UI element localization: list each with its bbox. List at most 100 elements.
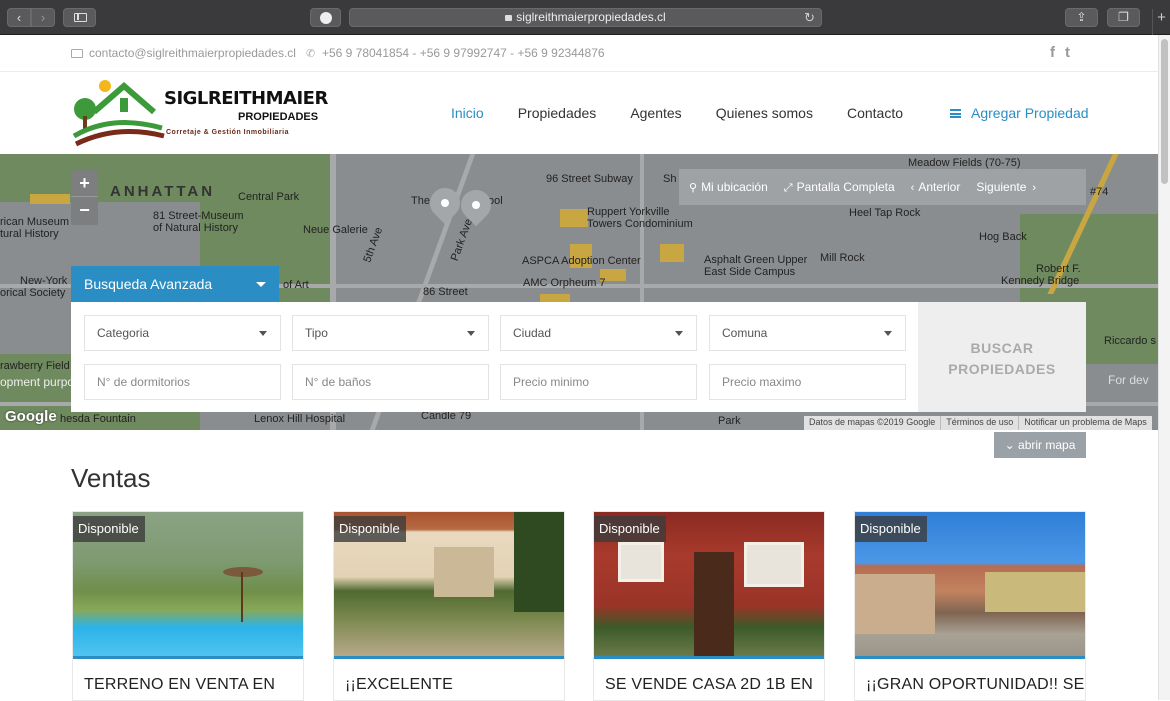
map-label: Park Ave: [448, 217, 476, 263]
logo-name: SIGLREITHMAIER: [164, 88, 328, 109]
envelope-icon: [71, 49, 83, 58]
map-block: [560, 209, 588, 227]
map-label: ANHATTAN: [110, 183, 216, 200]
map-label: East Side Campus: [704, 266, 796, 278]
logo-subtitle: PROPIEDADES: [238, 111, 319, 123]
property-card[interactable]: Disponible TERRENO EN VENTA EN: [72, 511, 304, 701]
status-badge: Disponible: [334, 516, 406, 542]
property-card[interactable]: Disponible ¡¡GRAN OPORTUNIDAD!! SE: [854, 511, 1086, 701]
property-card[interactable]: Disponible SE VENDE CASA 2D 1B EN: [593, 511, 825, 701]
map-label: Kennedy Bridge: [1001, 275, 1080, 287]
map-label: 81 Street-Museum: [153, 210, 244, 222]
zoom-in-button[interactable]: +: [71, 170, 98, 197]
phone-text: +56 9 78041854 - +56 9 97992747 - +56 9 …: [321, 46, 605, 60]
window-shape: [744, 542, 804, 587]
map-label: AMC Orpheum 7: [523, 277, 606, 289]
next-button[interactable]: Siguiente ›: [976, 180, 1040, 194]
card-accent-bar: [334, 656, 564, 659]
facebook-icon[interactable]: f: [1050, 44, 1055, 61]
map-label: Hog Back: [979, 231, 1027, 243]
tabs-button[interactable]: ❐: [1107, 8, 1140, 27]
property-title[interactable]: ¡¡GRAN OPORTUNIDAD!! SE: [866, 676, 1085, 694]
search-button-line1: BUSCAR: [970, 340, 1034, 356]
card-accent-bar: [855, 656, 1085, 659]
reload-icon[interactable]: ↻: [804, 9, 815, 26]
email-item[interactable]: contacto@siglreithmaierpropiedades.cl: [71, 46, 296, 60]
my-location-button[interactable]: ⚲ Mi ubicación: [689, 180, 768, 194]
fullscreen-label: Pantalla Completa: [796, 179, 895, 194]
privacy-shield-button[interactable]: [310, 8, 341, 27]
email-text: contacto@siglreithmaierpropiedades.cl: [89, 46, 296, 60]
search-form: Categoria Tipo Ciudad Comuna N° de dormi…: [71, 302, 918, 412]
sidebar-toggle-button[interactable]: [63, 8, 96, 27]
logo[interactable]: SIGLREITHMAIER PROPIEDADES Corretaje & G…: [72, 76, 328, 148]
property-title[interactable]: ¡¡EXCELENTE: [345, 676, 453, 694]
caret-down-icon: [884, 331, 892, 336]
property-title[interactable]: TERRENO EN VENTA EN: [84, 676, 275, 694]
banos-input[interactable]: N° de baños: [292, 364, 489, 400]
caret-down-icon: [467, 331, 475, 336]
url-text: siglreithmaierpropiedades.cl: [516, 10, 666, 24]
precio-maximo-input[interactable]: Precio maximo: [709, 364, 906, 400]
map-label: 96 Street Subway: [546, 173, 633, 185]
comuna-value: Comuna: [722, 326, 768, 340]
map-label: Towers Condominium: [587, 218, 693, 230]
property-title[interactable]: SE VENDE CASA 2D 1B EN: [605, 676, 813, 694]
tipo-select[interactable]: Tipo: [292, 315, 489, 351]
map-label: hesda Fountain: [60, 413, 136, 425]
scrollbar-thumb[interactable]: [1161, 39, 1168, 184]
ciudad-select[interactable]: Ciudad: [500, 315, 697, 351]
advanced-search-tab[interactable]: Busqueda Avanzada: [71, 266, 279, 302]
previous-button[interactable]: ‹ Anterior: [911, 180, 961, 194]
zoom-out-button[interactable]: −: [71, 197, 98, 224]
caret-down-icon: [675, 331, 683, 336]
back-icon[interactable]: ‹: [7, 8, 31, 27]
map-label: Ruppert Yorkville: [587, 206, 670, 218]
location-pin-icon: ⚲: [689, 182, 698, 194]
precio-minimo-input[interactable]: Precio minimo: [500, 364, 697, 400]
my-location-label: Mi ubicación: [701, 180, 768, 194]
report-problem-link[interactable]: Notificar un problema de Maps: [1018, 416, 1152, 430]
menu-icon: [950, 109, 961, 118]
dormitorios-input[interactable]: N° de dormitorios: [84, 364, 281, 400]
categoria-select[interactable]: Categoria: [84, 315, 281, 351]
previous-label: Anterior: [918, 180, 961, 194]
open-map-button[interactable]: ⌄ abrir mapa: [994, 432, 1086, 458]
add-property-link[interactable]: Agregar Propiedad: [950, 105, 1089, 121]
map-label: The: [411, 195, 430, 207]
terms-link[interactable]: Términos de uso: [940, 416, 1018, 430]
map-block: [30, 194, 70, 204]
nav-quienes-somos[interactable]: Quienes somos: [716, 105, 813, 121]
ciudad-value: Ciudad: [513, 326, 552, 340]
nav-contacto[interactable]: Contacto: [847, 105, 903, 121]
status-badge: Disponible: [855, 516, 927, 542]
search-button[interactable]: BUSCAR PROPIEDADES: [918, 302, 1086, 412]
forward-icon[interactable]: ›: [31, 8, 55, 27]
status-badge: Disponible: [73, 516, 145, 542]
add-property-label: Agregar Propiedad: [971, 105, 1089, 121]
nav-inicio[interactable]: Inicio: [451, 105, 484, 121]
map-label: Heel Tap Rock: [849, 207, 921, 219]
ventas-heading: Ventas: [71, 463, 151, 493]
nav-agentes[interactable]: Agentes: [630, 105, 681, 121]
expand-icon: ⤢: [783, 181, 793, 194]
fullscreen-button[interactable]: ⤢ Pantalla Completa: [784, 180, 895, 195]
address-bar[interactable]: siglreithmaierpropiedades.cl ↻: [349, 8, 822, 27]
contact-topbar: contacto@siglreithmaierpropiedades.cl ✆ +…: [0, 35, 1158, 72]
chevron-right-icon: ›: [1032, 182, 1037, 194]
map-label: rican Museum: [0, 216, 70, 228]
site-header: SIGLREITHMAIER PROPIEDADES Corretaje & G…: [0, 72, 1158, 154]
map-data-credit: Datos de mapas ©2019 Google: [809, 417, 936, 427]
property-card[interactable]: Disponible ¡¡EXCELENTE: [333, 511, 565, 701]
comuna-select[interactable]: Comuna: [709, 315, 906, 351]
map-label: Park: [718, 415, 741, 427]
new-tab-icon[interactable]: +: [1152, 9, 1170, 35]
share-button[interactable]: ⇪: [1065, 8, 1098, 27]
twitter-icon[interactable]: t: [1065, 44, 1070, 61]
nav-propiedades[interactable]: Propiedades: [518, 105, 597, 121]
map-label: of Art: [283, 279, 309, 291]
tipo-value: Tipo: [305, 326, 328, 340]
page-scrollbar[interactable]: [1158, 35, 1170, 700]
tree-shape: [514, 512, 564, 612]
shield-icon: [320, 12, 332, 24]
